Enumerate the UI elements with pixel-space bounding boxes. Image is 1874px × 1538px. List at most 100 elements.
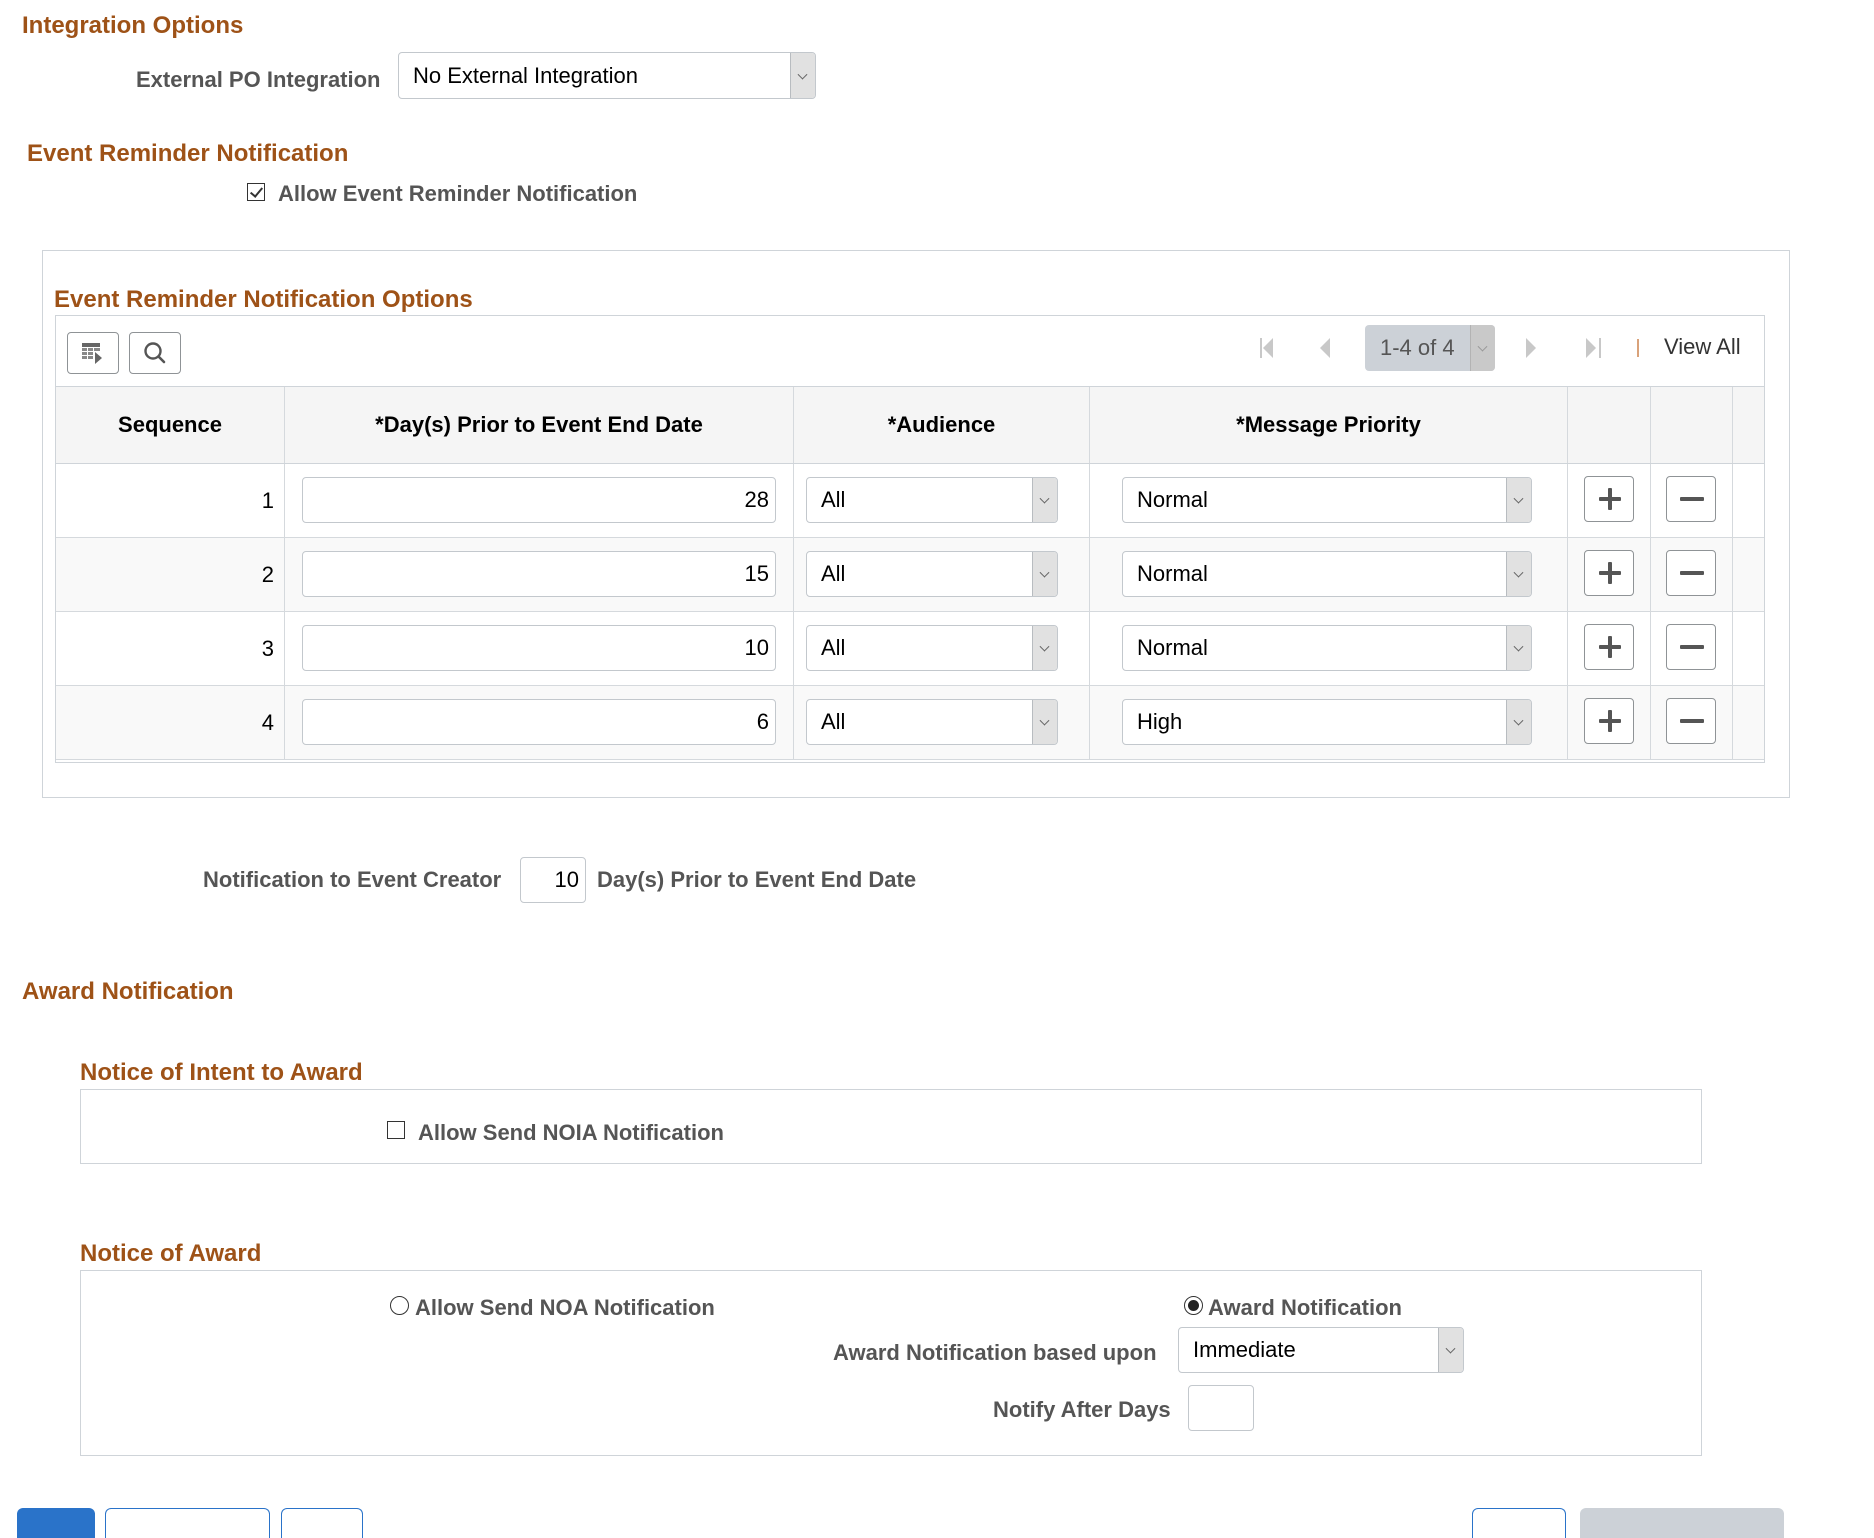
find-in-grid-button[interactable] [129,332,181,374]
grid-personalize-icon [82,343,102,364]
allow-send-noia-checkbox[interactable] [387,1121,405,1139]
column-header-days-prior: *Day(s) Prior to Event End Date [285,387,794,463]
integration-options-title: Integration Options [22,12,244,39]
audience-select[interactable]: All [806,477,1058,523]
search-icon [144,342,166,364]
sequence-cell: 3 [56,612,285,685]
event-creator-days-suffix: Day(s) Prior to Event End Date [597,867,917,892]
chevron-down-icon [1032,700,1057,744]
external-po-integration-value: No External Integration [413,62,639,88]
notice-of-award-title: Notice of Award [80,1240,262,1267]
page-range-text: 1-4 of 4 [1380,335,1455,360]
last-page-icon [1586,338,1596,358]
table-row: 4 6 All High [56,686,1764,760]
chevron-down-icon [790,53,815,98]
chevron-down-icon [1506,626,1531,670]
external-po-integration-select[interactable]: No External Integration [398,52,816,99]
add-row-button[interactable] [1584,476,1634,522]
chevron-down-icon [1470,325,1495,371]
message-priority-select[interactable]: Normal [1122,551,1532,597]
audience-select[interactable]: All [806,699,1058,745]
sequence-cell: 2 [56,538,285,611]
tertiary-action-button[interactable] [281,1508,363,1538]
disabled-action-button[interactable] [1580,1508,1784,1538]
notify-after-days-input[interactable] [1188,1385,1254,1431]
event-reminder-options-title: Event Reminder Notification Options [54,286,473,313]
award-notification-based-upon-select[interactable]: Immediate [1178,1327,1464,1373]
table-row: 2 15 All Normal [56,538,1764,612]
award-notification-radio[interactable] [1184,1296,1203,1315]
sequence-cell: 4 [56,686,285,759]
audience-value: All [821,635,846,660]
next-page-button[interactable] [1526,338,1536,358]
primary-action-button[interactable] [17,1508,95,1538]
event-creator-days-input[interactable]: 10 [520,857,586,903]
first-page-icon [1260,338,1262,358]
notification-to-event-creator-label: Notification to Event Creator [203,867,502,892]
allow-event-reminder-label: Allow Event Reminder Notification [278,181,638,206]
days-prior-input[interactable]: 10 [302,625,776,671]
notice-of-intent-to-award-title: Notice of Intent to Award [80,1059,363,1086]
chevron-down-icon [1506,552,1531,596]
message-priority-select[interactable]: Normal [1122,477,1532,523]
message-priority-select[interactable]: Normal [1122,625,1532,671]
personalize-grid-button[interactable] [67,332,119,374]
view-all-link[interactable]: View All [1664,334,1741,360]
previous-page-button[interactable] [1320,338,1330,358]
audience-select[interactable]: All [806,551,1058,597]
delete-row-button[interactable] [1666,698,1716,744]
column-header-audience: *Audience [794,387,1090,463]
award-notification-title: Award Notification [22,978,234,1005]
award-notification-based-upon-value: Immediate [1193,1337,1296,1362]
allow-event-reminder-checkbox[interactable] [247,183,265,201]
allow-send-noia-label: Allow Send NOIA Notification [418,1120,724,1145]
secondary-action-button[interactable] [105,1508,270,1538]
days-prior-input[interactable]: 6 [302,699,776,745]
chevron-down-icon [1438,1328,1463,1372]
audience-value: All [821,709,846,734]
message-priority-value: Normal [1137,635,1208,660]
audience-value: All [821,487,846,512]
column-header-delete [1651,387,1733,463]
days-prior-input[interactable]: 28 [302,477,776,523]
award-notification-based-upon-label: Award Notification based upon [833,1340,1157,1365]
award-notification-radio-label: Award Notification [1208,1295,1402,1320]
first-page-button[interactable] [1260,338,1280,358]
add-row-button[interactable] [1584,550,1634,596]
chevron-down-icon [1032,552,1057,596]
event-reminder-grid: Sequence *Day(s) Prior to Event End Date… [55,315,1765,763]
noia-box [80,1089,1702,1164]
audience-select[interactable]: All [806,625,1058,671]
first-page-arrow [1263,338,1273,358]
chevron-down-icon [1506,700,1531,744]
last-page-bar [1599,338,1601,358]
table-row: 3 10 All Normal [56,612,1764,686]
right-action-button[interactable] [1472,1508,1566,1538]
message-priority-value: Normal [1137,561,1208,586]
grid-header-row: Sequence *Day(s) Prior to Event End Date… [56,386,1764,464]
chevron-down-icon [1032,626,1057,670]
delete-row-button[interactable] [1666,550,1716,596]
message-priority-value: High [1137,709,1183,734]
audience-value: All [821,561,846,586]
notify-after-days-label: Notify After Days [993,1397,1171,1422]
event-reminder-notification-title: Event Reminder Notification [27,140,349,167]
column-header-add [1568,387,1651,463]
chevron-down-icon [1506,478,1531,522]
external-po-integration-label: External PO Integration [136,67,381,92]
column-header-sequence: Sequence [56,387,285,463]
last-page-button[interactable] [1586,338,1606,358]
add-row-button[interactable] [1584,624,1634,670]
days-prior-input[interactable]: 15 [302,551,776,597]
page-range-select[interactable]: 1-4 of 4 [1365,325,1495,371]
message-priority-value: Normal [1137,487,1208,512]
allow-send-noa-radio[interactable] [390,1296,409,1315]
add-row-button[interactable] [1584,698,1634,744]
column-header-message-priority: *Message Priority [1090,387,1568,463]
delete-row-button[interactable] [1666,476,1716,522]
message-priority-select[interactable]: High [1122,699,1532,745]
chevron-down-icon [1032,478,1057,522]
sequence-cell: 1 [56,464,285,537]
table-row: 1 28 All Normal [56,464,1764,538]
delete-row-button[interactable] [1666,624,1716,670]
